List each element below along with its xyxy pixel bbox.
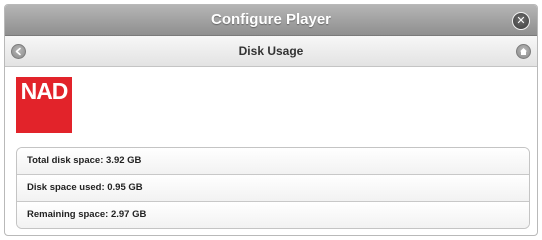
title-bar: Configure Player ✕ (5, 5, 537, 36)
logo-text: NAD (20, 78, 69, 104)
house-icon (520, 48, 527, 55)
total-disk-space: Total disk space: 3.92 GB (17, 148, 529, 175)
home-icon[interactable] (516, 44, 531, 59)
disk-space-used: Disk space used: 0.95 GB (17, 175, 529, 202)
remaining-space: Remaining space: 2.97 GB (17, 202, 529, 228)
disk-usage-list: Total disk space: 3.92 GB Disk space use… (16, 147, 530, 229)
page-title: Disk Usage (238, 44, 304, 58)
nad-logo: NAD (16, 77, 72, 133)
nav-bar: Disk Usage (5, 36, 537, 67)
close-icon[interactable]: ✕ (512, 12, 530, 30)
configure-player-window: Configure Player ✕ Disk Usage NAD Total … (4, 4, 538, 236)
window-title: Configure Player (210, 11, 332, 28)
